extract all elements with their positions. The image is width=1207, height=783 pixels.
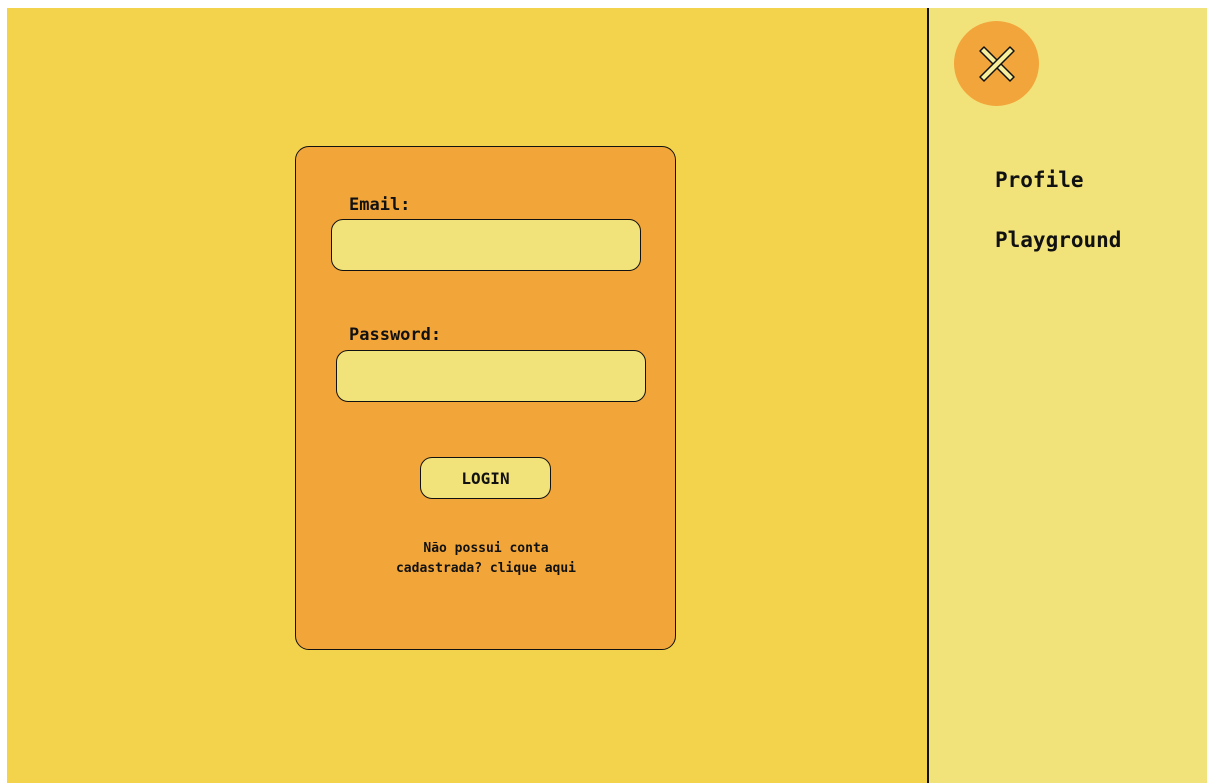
login-button[interactable]: LOGIN xyxy=(420,457,551,499)
signup-prompt-text: cadastrada? xyxy=(395,561,483,576)
sidebar-item-profile[interactable]: Profile xyxy=(995,168,1084,192)
sidebar: Profile Playground xyxy=(927,8,1207,783)
password-field[interactable] xyxy=(336,350,646,402)
close-icon xyxy=(978,45,1015,82)
email-label: Email: xyxy=(349,195,411,215)
signup-prompt-line1: Não possui conta xyxy=(423,541,549,556)
signup-prompt-line2: cadastrada? clique aqui xyxy=(336,559,636,579)
main-area: Email: Password: LOGIN Não possui conta … xyxy=(7,8,927,783)
password-label: Password: xyxy=(349,325,442,345)
login-card: Email: Password: LOGIN Não possui conta … xyxy=(295,146,676,650)
sidebar-item-playground[interactable]: Playground xyxy=(995,228,1121,252)
signup-prompt: Não possui conta cadastrada? clique aqui xyxy=(336,539,636,579)
signup-link[interactable]: clique aqui xyxy=(490,561,576,576)
close-button[interactable] xyxy=(954,21,1039,106)
email-field[interactable] xyxy=(331,219,641,271)
